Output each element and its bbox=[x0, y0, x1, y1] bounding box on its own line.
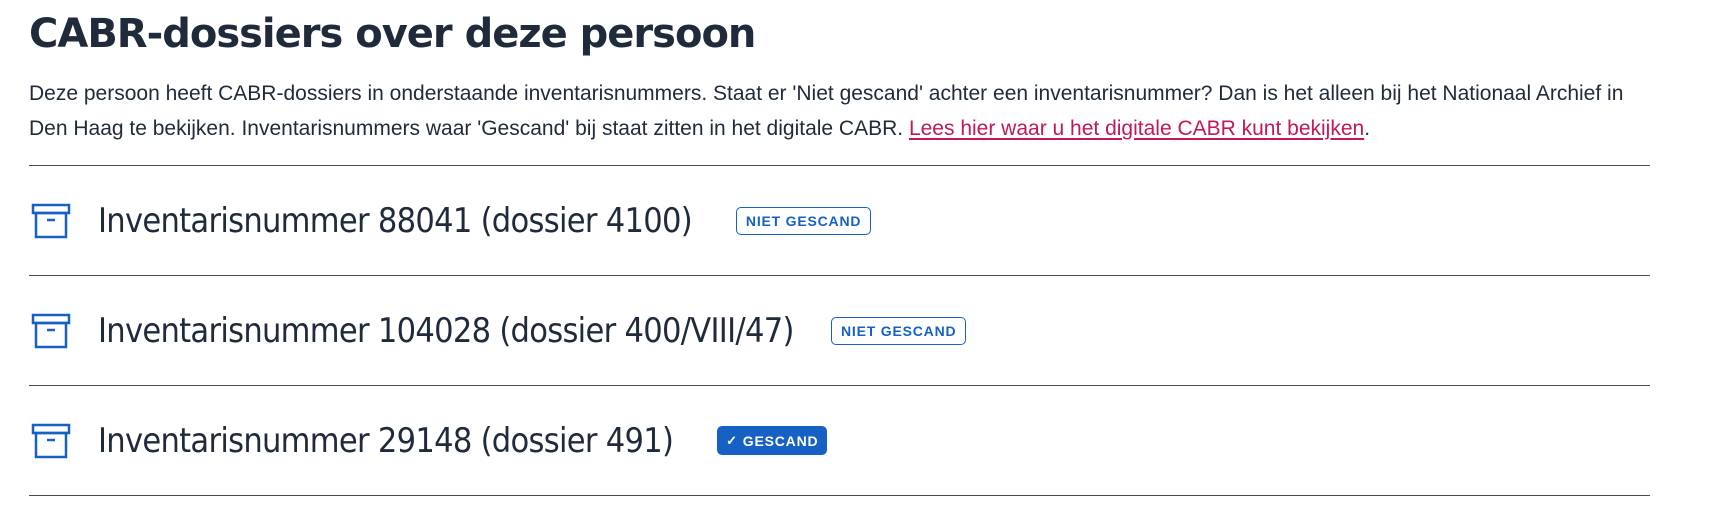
status-badge-niet-gescand: NIET GESCAND bbox=[735, 206, 872, 235]
page-title: CABR-dossiers over deze persoon bbox=[29, 11, 756, 57]
dossier-row-88041[interactable]: Inventarisnummer 88041 (dossier 4100) NI… bbox=[29, 166, 1650, 276]
status-badge-gescand: ✓ GESCAND bbox=[717, 426, 828, 455]
checkmark-icon: ✓ bbox=[726, 432, 738, 448]
dossier-list: Inventarisnummer 88041 (dossier 4100) NI… bbox=[29, 165, 1650, 496]
dossier-row-29148[interactable]: Inventarisnummer 29148 (dossier 491) ✓ G… bbox=[29, 386, 1650, 496]
status-badge-label: GESCAND bbox=[742, 432, 819, 449]
archive-box-icon bbox=[30, 422, 72, 460]
intro-suffix: . bbox=[1364, 117, 1371, 140]
dossier-row-104028[interactable]: Inventarisnummer 104028 (dossier 400/VII… bbox=[29, 276, 1650, 386]
cabr-dossiers-section: CABR-dossiers over deze persoon Deze per… bbox=[29, 0, 1679, 496]
dossier-title: Inventarisnummer 29148 (dossier 491) bbox=[98, 420, 674, 461]
intro-text: Deze persoon heeft CABR-dossiers in onde… bbox=[29, 82, 1624, 140]
archive-box-icon bbox=[30, 202, 72, 240]
dossier-title: Inventarisnummer 88041 (dossier 4100) bbox=[98, 200, 693, 241]
archive-box-icon bbox=[30, 312, 72, 350]
status-badge-niet-gescand: NIET GESCAND bbox=[831, 316, 967, 345]
intro-paragraph: Deze persoon heeft CABR-dossiers in onde… bbox=[29, 76, 1649, 146]
digital-cabr-link[interactable]: Lees hier waar u het digitale CABR kunt … bbox=[909, 117, 1364, 140]
dossier-title: Inventarisnummer 104028 (dossier 400/VII… bbox=[98, 310, 794, 351]
